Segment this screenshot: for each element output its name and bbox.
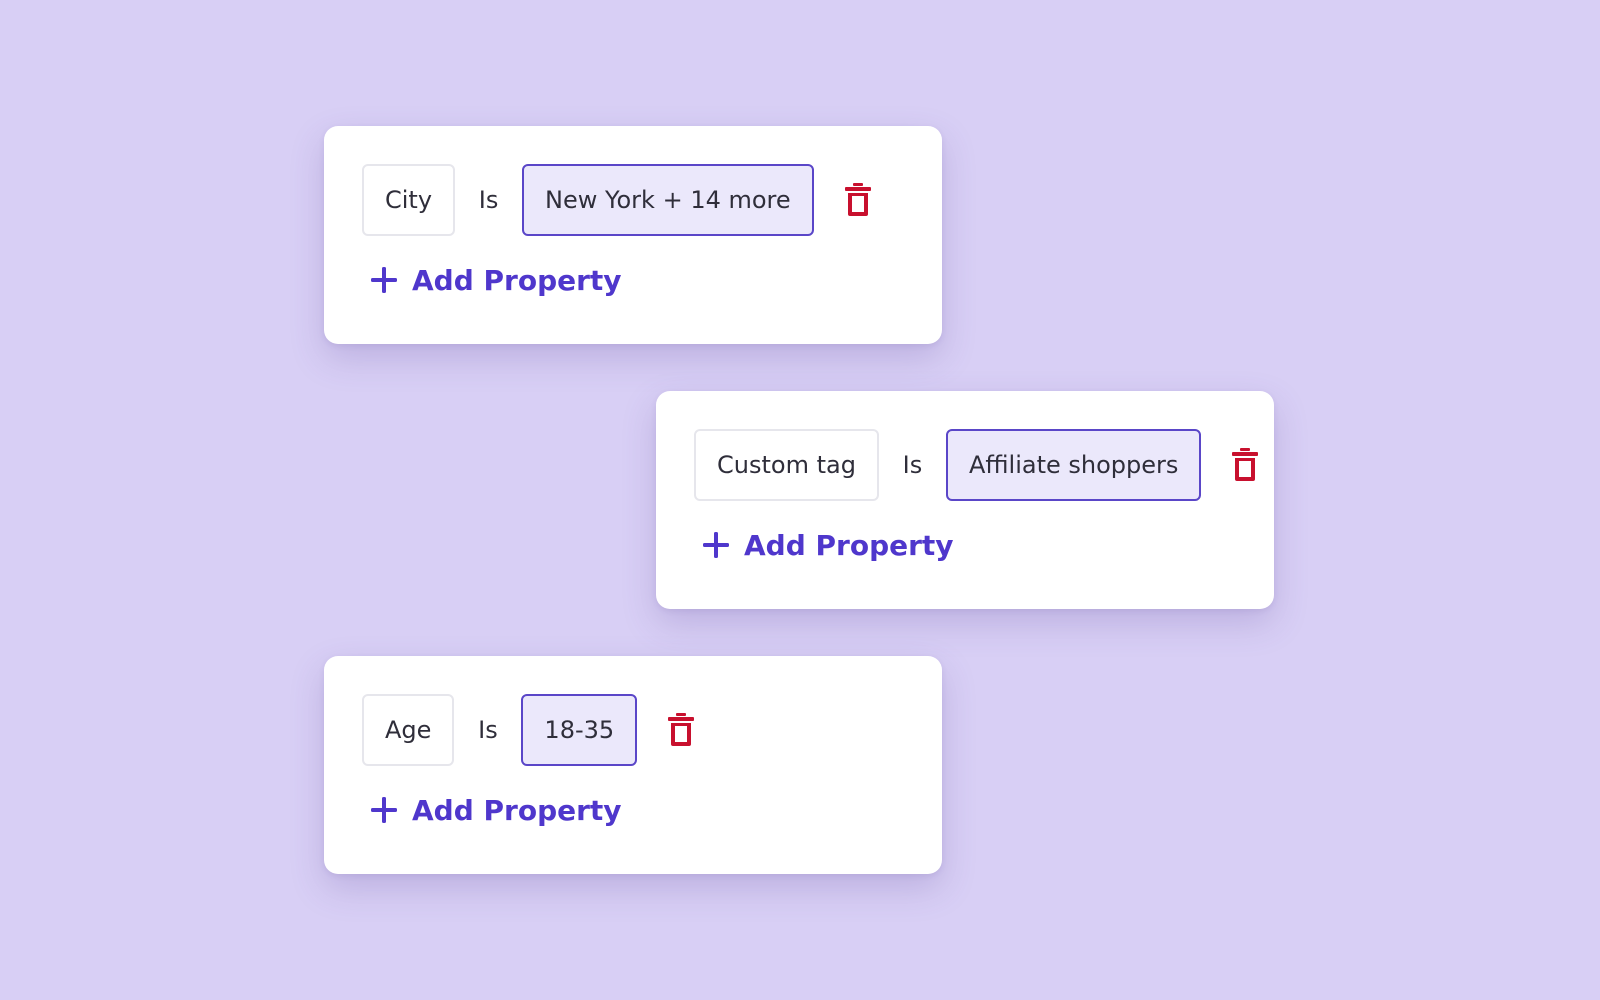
delete-filter-button[interactable] (667, 713, 695, 747)
filter-card-age: Age Is 18-35 Add Property (324, 656, 942, 874)
delete-filter-button[interactable] (1231, 448, 1259, 482)
property-label: Age (385, 716, 432, 744)
value-label: 18-35 (544, 716, 615, 744)
plus-icon (370, 796, 398, 824)
operator-label[interactable]: Is (455, 186, 522, 214)
value-select[interactable]: New York + 14 more (522, 164, 814, 236)
trash-icon (1231, 448, 1259, 482)
trash-icon (667, 713, 695, 747)
filter-row: City Is New York + 14 more (362, 164, 872, 236)
value-label: Affiliate shoppers (968, 451, 1179, 479)
property-select[interactable]: Age (362, 694, 455, 766)
property-select[interactable]: Custom tag (694, 429, 879, 501)
filter-card-custom-tag: Custom tag Is Affiliate shoppers Add Pro… (656, 391, 1274, 609)
value-select[interactable]: Affiliate shoppers (945, 429, 1202, 501)
value-label: New York + 14 more (545, 186, 791, 214)
add-property-label: Add Property (412, 263, 622, 297)
operator-label[interactable]: Is (879, 451, 946, 479)
delete-filter-button[interactable] (844, 183, 872, 217)
filter-row: Custom tag Is Affiliate shoppers (694, 429, 1259, 501)
add-property-label: Add Property (744, 528, 954, 562)
property-label: Custom tag (717, 451, 856, 479)
add-property-button[interactable]: Add Property (370, 792, 622, 828)
trash-icon (844, 183, 872, 217)
add-property-button[interactable]: Add Property (370, 262, 622, 298)
add-property-label: Add Property (412, 793, 622, 827)
operator-label[interactable]: Is (454, 716, 521, 744)
add-property-button[interactable]: Add Property (702, 527, 954, 563)
plus-icon (370, 266, 398, 294)
filter-row: Age Is 18-35 (362, 694, 695, 766)
value-select[interactable]: 18-35 (521, 694, 638, 766)
filter-card-city: City Is New York + 14 more Add Property (324, 126, 942, 344)
plus-icon (702, 531, 730, 559)
property-label: City (385, 186, 433, 214)
property-select[interactable]: City (362, 164, 456, 236)
